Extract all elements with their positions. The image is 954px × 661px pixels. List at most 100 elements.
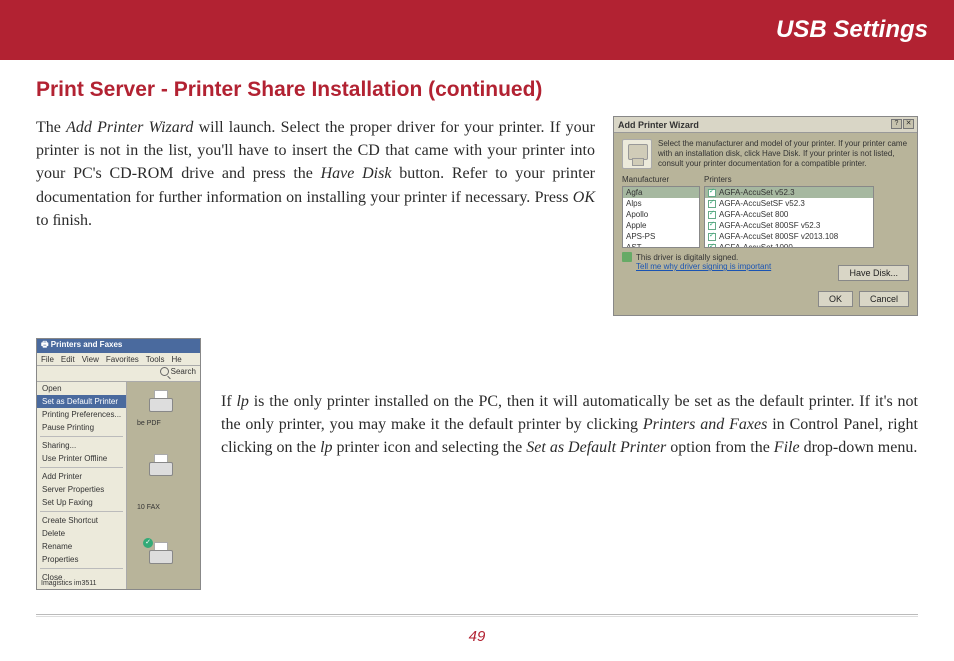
faxes-menubar: File Edit View Favorites Tools He: [37, 353, 200, 366]
faxes-canvas: be PDF 10 FAX ✓: [127, 382, 200, 589]
menu-add-printer[interactable]: Add Printer: [37, 470, 126, 483]
p2-italic-lp2: lp: [320, 439, 332, 456]
menu-server-properties[interactable]: Server Properties: [37, 483, 126, 496]
p2-seg6: drop-down menu.: [800, 439, 918, 456]
wizard-list-area: Manufacturer Agfa Alps Apollo Apple APS-…: [614, 169, 917, 248]
mfg-item-agfa[interactable]: Agfa: [623, 187, 699, 198]
p2-seg4: printer icon and selecting the: [333, 439, 527, 456]
add-printer-wizard-screenshot: Add Printer Wizard ? ✕ Select the manufa…: [613, 116, 918, 316]
mfg-item-apple[interactable]: Apple: [623, 220, 699, 231]
menu-use-offline[interactable]: Use Printer Offline: [37, 452, 126, 465]
menu-create-shortcut[interactable]: Create Shortcut: [37, 514, 126, 527]
printer-body-icon: [149, 462, 173, 476]
menubar-help[interactable]: He: [171, 355, 181, 364]
header-title: USB Settings: [776, 16, 928, 44]
signed-driver-icon: [708, 222, 716, 230]
search-icon: [160, 367, 169, 376]
printer-item-2[interactable]: AGFA-AccuSet 800: [705, 209, 873, 220]
page-number: 49: [0, 628, 954, 645]
signed-driver-icon: [708, 200, 716, 208]
printer-item-3[interactable]: AGFA-AccuSet 800SF v52.3: [705, 220, 873, 231]
wizard-title: Add Printer Wizard: [618, 120, 699, 130]
menu-separator: [40, 436, 123, 437]
default-check-icon: ✓: [143, 538, 153, 548]
document-page: USB Settings Print Server - Printer Shar…: [0, 0, 954, 661]
mfg-item-apollo[interactable]: Apollo: [623, 209, 699, 220]
row-faxes-and-text: 🖶 Printers and Faxes File Edit View Favo…: [36, 338, 918, 590]
printer-label-fax: 10 FAX: [137, 504, 197, 511]
signed-driver-icon: [708, 211, 716, 219]
p2-italic-printers-and-faxes: Printers and Faxes: [643, 416, 767, 433]
search-label: Search: [171, 367, 196, 376]
wizard-close-button[interactable]: ✕: [903, 119, 914, 129]
menu-separator: [40, 511, 123, 512]
printer-item-2-label: AGFA-AccuSet 800: [719, 210, 788, 219]
printer-item-3-label: AGFA-AccuSet 800SF v52.3: [719, 221, 820, 230]
menu-pause-printing[interactable]: Pause Printing: [37, 421, 126, 434]
printer-item-0[interactable]: AGFA-AccuSet v52.3: [705, 187, 873, 198]
menubar-edit[interactable]: Edit: [61, 355, 75, 364]
menu-set-default-printer[interactable]: Set as Default Printer: [37, 395, 126, 408]
printer-body-icon: [149, 398, 173, 412]
menubar-file[interactable]: File: [41, 355, 54, 364]
printer-item-1-label: AGFA-AccuSetSF v52.3: [719, 199, 805, 208]
printer-item-1[interactable]: AGFA-AccuSetSF v52.3: [705, 198, 873, 209]
menu-rename[interactable]: Rename: [37, 540, 126, 553]
wizard-instruction: Select the manufacturer and model of you…: [658, 139, 909, 169]
menubar-favorites[interactable]: Favorites: [106, 355, 139, 364]
printer-item-lp[interactable]: [145, 452, 179, 482]
printer-item-4-label: AGFA-AccuSet 800SF v2013.108: [719, 232, 838, 241]
paragraph-1: The Add Printer Wizard will launch. Sele…: [36, 116, 595, 316]
search-button[interactable]: Search: [160, 367, 196, 376]
menu-setup-faxing[interactable]: Set Up Faxing: [37, 496, 126, 509]
footer-rule: [36, 614, 918, 617]
p1-seg4: to ﬁnish.: [36, 212, 92, 229]
wizard-button-row: OK Cancel: [818, 291, 909, 307]
ok-button[interactable]: OK: [818, 291, 853, 307]
printer-item-adobe-pdf[interactable]: [145, 388, 179, 418]
manufacturer-listbox[interactable]: Agfa Alps Apollo Apple APS-PS AST: [622, 186, 700, 248]
mfg-item-alps[interactable]: Alps: [623, 198, 699, 209]
p2-seg5: option from the: [666, 439, 774, 456]
printers-column: Printers AGFA-AccuSet v52.3 AGFA-AccuSet…: [704, 175, 874, 248]
menu-open[interactable]: Open: [37, 382, 126, 395]
p1-italic-have-disk: Have Disk: [321, 165, 392, 182]
shield-icon: [622, 252, 632, 262]
menubar-tools[interactable]: Tools: [146, 355, 165, 364]
wizard-help-button[interactable]: ?: [891, 119, 902, 129]
faxes-statusbar: Imagistics im3511: [41, 580, 97, 587]
file-dropdown-menu: Open Set as Default Printer Printing Pre…: [37, 382, 127, 589]
menu-properties[interactable]: Properties: [37, 553, 126, 566]
printer-item-5-label: AGFA-AccuSet 1000: [719, 243, 793, 248]
printers-listbox[interactable]: AGFA-AccuSet v52.3 AGFA-AccuSetSF v52.3 …: [704, 186, 874, 248]
menu-printing-preferences[interactable]: Printing Preferences...: [37, 408, 126, 421]
faxes-body: Open Set as Default Printer Printing Pre…: [37, 382, 200, 589]
wizard-titlebar: Add Printer Wizard ? ✕: [614, 117, 917, 133]
mfg-item-ast[interactable]: AST: [623, 242, 699, 248]
have-disk-button[interactable]: Have Disk...: [838, 265, 909, 281]
printer-item-5[interactable]: AGFA-AccuSet 1000: [705, 242, 873, 248]
printer-icon: [622, 139, 652, 169]
signed-driver-icon: [708, 233, 716, 241]
menu-sharing[interactable]: Sharing...: [37, 439, 126, 452]
printers-label: Printers: [704, 175, 874, 184]
printer-item-default[interactable]: ✓: [145, 540, 179, 570]
cancel-button[interactable]: Cancel: [859, 291, 909, 307]
p1-italic-add-printer-wizard: Add Printer Wizard: [66, 119, 193, 136]
printer-item-4[interactable]: AGFA-AccuSet 800SF v2013.108: [705, 231, 873, 242]
menu-delete[interactable]: Delete: [37, 527, 126, 540]
p2-italic-file: File: [774, 439, 800, 456]
section-heading: Print Server - Printer Share Installatio…: [36, 78, 918, 102]
menubar-view[interactable]: View: [82, 355, 99, 364]
signed-driver-icon: [708, 189, 716, 197]
p2-italic-set-as-default: Set as Default Printer: [526, 439, 666, 456]
faxes-toolbar: Search: [37, 366, 200, 382]
driver-signed-row: This driver is digitally signed.: [614, 248, 917, 262]
mfg-item-apsps[interactable]: APS-PS: [623, 231, 699, 242]
printer-item-0-label: AGFA-AccuSet v52.3: [719, 188, 795, 197]
manufacturer-label: Manufacturer: [622, 175, 700, 184]
wizard-body: Select the manufacturer and model of you…: [614, 133, 917, 169]
menu-separator: [40, 568, 123, 569]
p2-italic-lp: lp: [236, 393, 248, 410]
faxes-title: 🖶 Printers and Faxes: [41, 339, 122, 353]
